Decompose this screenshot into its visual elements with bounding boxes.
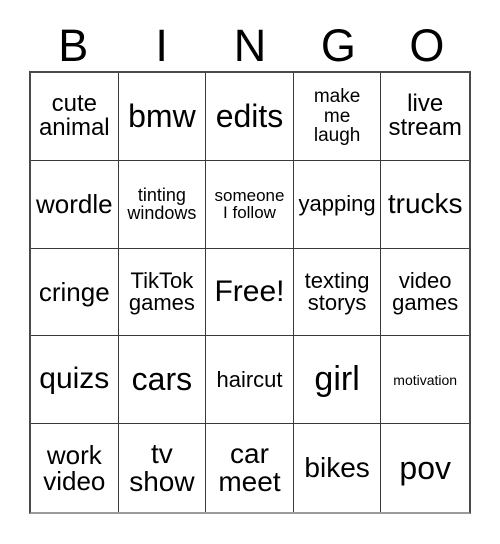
bingo-cell[interactable]: tv show — [118, 424, 207, 512]
bingo-cell[interactable]: haircut — [206, 336, 294, 425]
bingo-cell[interactable]: trucks — [381, 160, 469, 249]
bingo-cell-label: yapping — [298, 190, 376, 216]
bingo-cell[interactable]: work video — [31, 424, 119, 512]
bingo-cell-free-space[interactable]: Free! — [206, 248, 294, 337]
bingo-cell[interactable]: bmw — [118, 73, 207, 161]
bingo-header-letter-g: G — [320, 20, 356, 71]
bingo-cell-label: texting storys — [304, 267, 370, 315]
bingo-free-space-label: Free! — [214, 274, 285, 308]
bingo-header-letter-i: I — [155, 20, 168, 71]
bingo-cell[interactable]: video games — [381, 248, 469, 337]
bingo-cell-label: wordle — [36, 188, 113, 219]
bingo-cell-label: work video — [43, 439, 106, 497]
bingo-cell-label: tinting windows — [127, 184, 197, 224]
bingo-cell[interactable]: cute animal — [31, 73, 119, 161]
bingo-cell[interactable]: car meet — [206, 424, 294, 512]
bingo-cell[interactable]: texting storys — [293, 248, 382, 337]
bingo-cell[interactable]: make me laugh — [293, 73, 382, 161]
bingo-cell-label: trucks — [387, 187, 463, 219]
bingo-cell-label: cute animal — [38, 89, 110, 142]
bingo-cell-label: live stream — [388, 89, 462, 142]
bingo-card: B I N G O cute animal bmw edits make me … — [0, 0, 500, 544]
bingo-header-letter-n: N — [233, 20, 267, 71]
bingo-header-letter-b: B — [58, 20, 89, 71]
bingo-cell[interactable]: wordle — [31, 160, 119, 249]
bingo-cell[interactable]: someone I follow — [206, 160, 294, 249]
bingo-cell-label: make me laugh — [313, 86, 361, 147]
bingo-cell[interactable]: pov — [381, 424, 469, 512]
bingo-cell-label: cringe — [38, 276, 110, 307]
bingo-cell-label: someone I follow — [214, 185, 285, 223]
bingo-header-letter-o: O — [409, 20, 445, 71]
bingo-cell-label: bikes — [304, 451, 370, 483]
bingo-cell[interactable]: cars — [118, 336, 207, 425]
bingo-cell-label: cars — [131, 361, 193, 398]
bingo-cell[interactable]: edits — [206, 73, 294, 161]
bingo-cell[interactable]: quizs — [31, 336, 119, 425]
bingo-cell-label: car meet — [218, 437, 281, 498]
bingo-header-row: B I N G O — [29, 18, 471, 68]
bingo-cell-label: girl — [314, 360, 360, 399]
bingo-cell-label: pov — [399, 449, 451, 486]
bingo-cell-label: edits — [215, 98, 284, 135]
bingo-cell[interactable]: motivation — [381, 336, 469, 425]
bingo-grid: cute animal bmw edits make me laugh live… — [29, 71, 471, 514]
bingo-cell-label: motivation — [393, 371, 458, 388]
bingo-cell-label: bmw — [128, 98, 196, 135]
bingo-cell-label: haircut — [216, 366, 283, 392]
bingo-cell-label: video games — [392, 267, 459, 315]
bingo-cell[interactable]: cringe — [31, 248, 119, 337]
bingo-cell-label: TikTok games — [128, 267, 195, 315]
bingo-cell[interactable]: tinting windows — [118, 160, 207, 249]
bingo-cell[interactable]: TikTok games — [118, 248, 207, 337]
bingo-cell[interactable]: live stream — [381, 73, 469, 161]
bingo-cell[interactable]: bikes — [293, 424, 382, 512]
bingo-cell-label: quizs — [39, 362, 110, 396]
bingo-cell[interactable]: yapping — [293, 160, 382, 249]
bingo-cell-label: tv show — [129, 437, 195, 498]
bingo-cell[interactable]: girl — [293, 336, 382, 425]
